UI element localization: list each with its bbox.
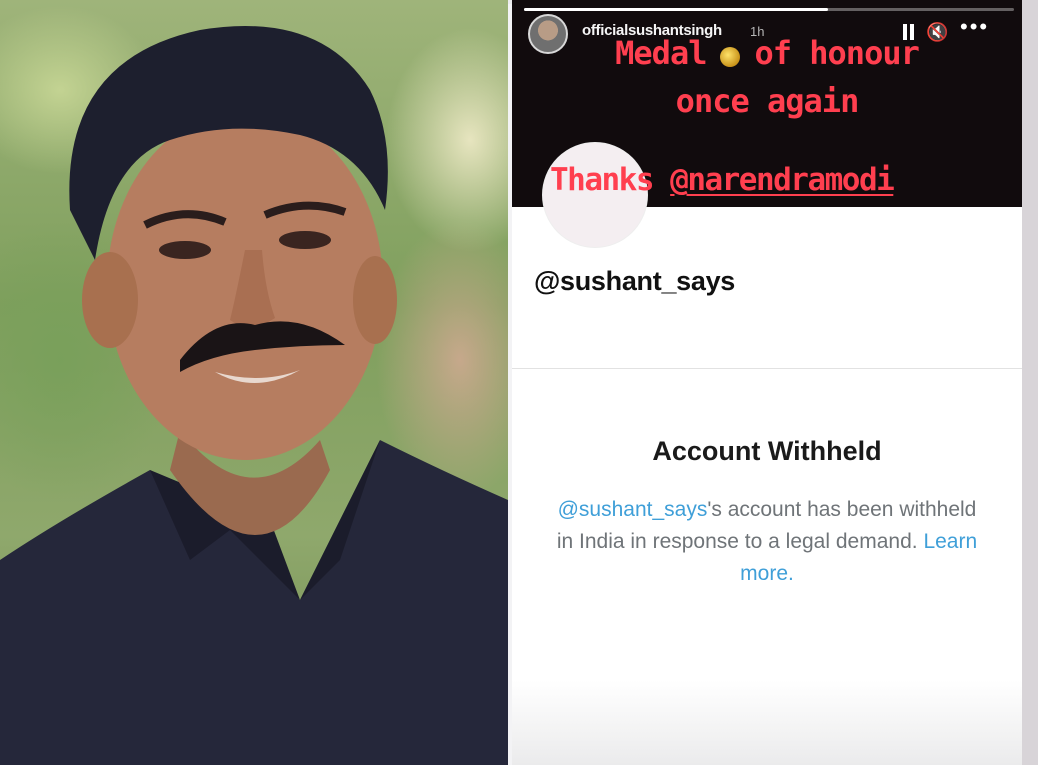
profile-handle: @sushant_says: [534, 266, 736, 296]
bottom-fade: [512, 680, 1022, 765]
medal-icon: [720, 47, 741, 67]
section-divider: [512, 368, 1022, 369]
withheld-message: @sushant_says's account has been withhel…: [552, 494, 982, 590]
person-illustration: [0, 26, 508, 765]
story-text-line-2: once again: [675, 82, 860, 120]
story-thanks-line: Thanks @narendramodi: [550, 162, 895, 198]
person-photo: [0, 0, 508, 765]
story-text-honour: of honour: [754, 34, 919, 72]
story-thanks-word: Thanks: [550, 162, 654, 198]
story-screenshot: officialsushantsingh 1h 🔇 ••• Medal of ho…: [512, 0, 1022, 765]
right-edge: [1022, 0, 1038, 765]
withheld-handle-link[interactable]: @sushant_says: [558, 498, 708, 521]
story-text-medal: Medal: [615, 34, 707, 72]
withheld-title: Account Withheld: [652, 436, 882, 466]
story-mention-link[interactable]: @narendramodi: [670, 162, 895, 198]
story-text-line-1: Medal of honour: [512, 34, 1022, 72]
story-progress-bar: [524, 8, 1014, 11]
story-progress-fill: [524, 8, 828, 11]
